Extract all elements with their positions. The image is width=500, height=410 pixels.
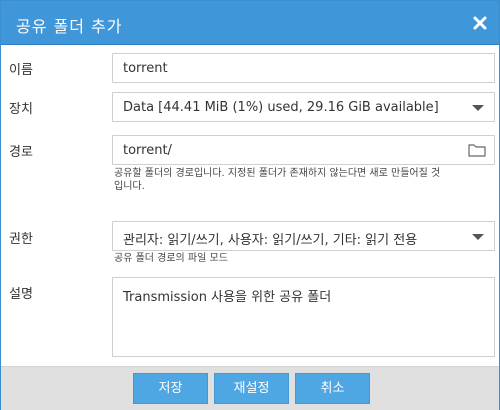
description-label: 설명: [9, 287, 33, 302]
name-label: 이름: [9, 63, 33, 78]
cancel-button[interactable]: 취소: [295, 373, 370, 404]
permissions-select[interactable]: 관리자: 읽기/쓰기, 사용자: 읽기/쓰기, 기타: 읽기 전용: [112, 221, 495, 251]
save-button[interactable]: 저장: [133, 373, 208, 404]
path-hint-line-2: 입니다.: [114, 181, 145, 192]
path-input[interactable]: torrent/: [112, 135, 495, 165]
device-label: 장치: [9, 102, 33, 117]
dialog-footer: 저장 재설정 취소: [1, 366, 499, 410]
description-textarea-value: Transmission 사용을 위한 공유 폴더: [123, 290, 332, 305]
name-input-value: torrent: [123, 61, 168, 76]
description-textarea[interactable]: Transmission 사용을 위한 공유 폴더: [112, 277, 495, 357]
device-select-value: Data [44.41 MiB (1%) used, 29.16 GiB ava…: [123, 100, 439, 115]
permissions-hint: 공유 폴더 경로의 파일 모드: [114, 253, 228, 264]
add-shared-folder-dialog: 공유 폴더 추가 이름 torrent 장치 Data [44.41 MiB (…: [0, 0, 500, 410]
dialog-title: 공유 폴더 추가: [16, 17, 123, 36]
permissions-label: 권한: [9, 232, 33, 247]
path-label: 경로: [9, 145, 33, 160]
permissions-select-value: 관리자: 읽기/쓰기, 사용자: 읽기/쓰기, 기타: 읽기 전용: [123, 233, 418, 248]
close-icon[interactable]: [471, 14, 489, 32]
path-hint-line-1: 공유할 폴더의 경로입니다. 지정된 폴더가 존재하지 않는다면 새로 만들어질…: [114, 168, 441, 179]
reset-button[interactable]: 재설정: [214, 373, 289, 404]
folder-icon[interactable]: [468, 143, 486, 157]
path-input-value: torrent/: [123, 143, 172, 158]
chevron-down-icon[interactable]: [472, 105, 484, 111]
dialog-titlebar: 공유 폴더 추가: [1, 1, 499, 45]
device-select[interactable]: Data [44.41 MiB (1%) used, 29.16 GiB ava…: [112, 92, 495, 122]
chevron-down-icon[interactable]: [472, 234, 484, 240]
name-input[interactable]: torrent: [112, 53, 495, 83]
